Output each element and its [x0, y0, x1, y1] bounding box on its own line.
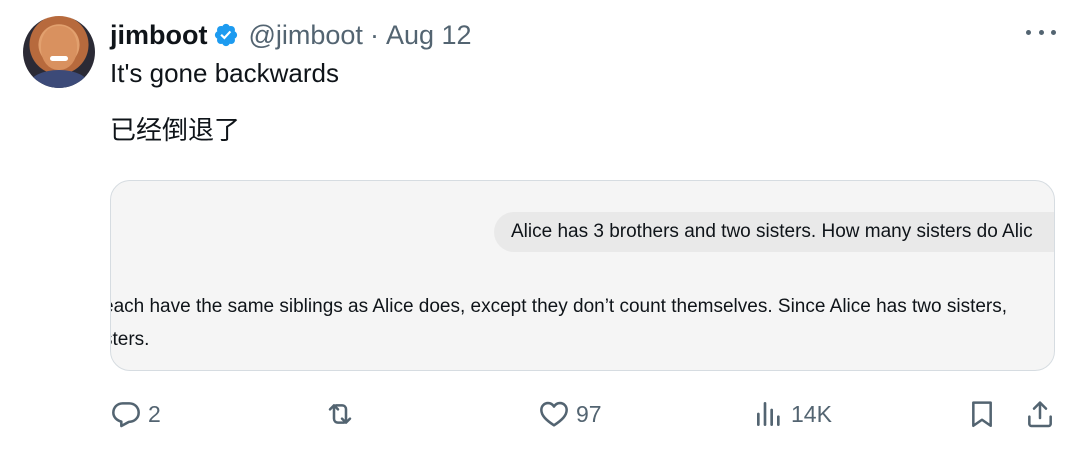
- tweet-date[interactable]: Aug 12: [386, 20, 472, 51]
- bookmark-icon: [972, 401, 992, 427]
- avatar-shirt: [29, 70, 89, 88]
- embedded-image-card[interactable]: Alice has 3 brothers and two sisters. Ho…: [110, 180, 1055, 371]
- tweet-header: jimboot @jimboot · Aug 12: [110, 16, 472, 54]
- bookmark-button[interactable]: [966, 396, 998, 432]
- tweet-text-line2: 已经倒退了: [110, 116, 241, 146]
- views-count: 14K: [791, 400, 832, 427]
- like-count: 97: [576, 400, 602, 427]
- views-chart-icon: [757, 402, 780, 426]
- reply-count: 2: [148, 400, 161, 427]
- action-bar: 2 97 14K: [0, 396, 1080, 432]
- dot: [1026, 29, 1031, 35]
- reply-icon: [112, 402, 140, 428]
- answer-line2: sters.: [111, 329, 150, 350]
- share-button[interactable]: [1024, 396, 1056, 432]
- dot: [1051, 29, 1056, 35]
- separator: ·: [369, 19, 379, 50]
- avatar-face: [41, 26, 77, 70]
- verified-badge-icon[interactable]: [213, 22, 239, 48]
- retweet-button[interactable]: [324, 396, 362, 432]
- display-name[interactable]: jimboot: [110, 20, 207, 51]
- answer-line1: each have the same siblings as Alice doe…: [110, 296, 1008, 317]
- avatar-smile: [50, 56, 68, 61]
- handle[interactable]: @jimboot: [248, 20, 362, 51]
- reply-button[interactable]: 2: [110, 396, 161, 432]
- avatar[interactable]: [23, 16, 95, 88]
- more-options-icon[interactable]: [1026, 22, 1056, 42]
- share-icon: [1028, 401, 1052, 428]
- heart-icon: [540, 401, 568, 427]
- like-button[interactable]: 97: [538, 396, 602, 432]
- question-bubble: Alice has 3 brothers and two sisters. Ho…: [494, 212, 1054, 252]
- views-button[interactable]: 14K: [753, 396, 832, 432]
- dot: [1038, 29, 1044, 35]
- tweet-text-line1: It's gone backwards: [110, 58, 339, 88]
- retweet-icon: [328, 404, 352, 424]
